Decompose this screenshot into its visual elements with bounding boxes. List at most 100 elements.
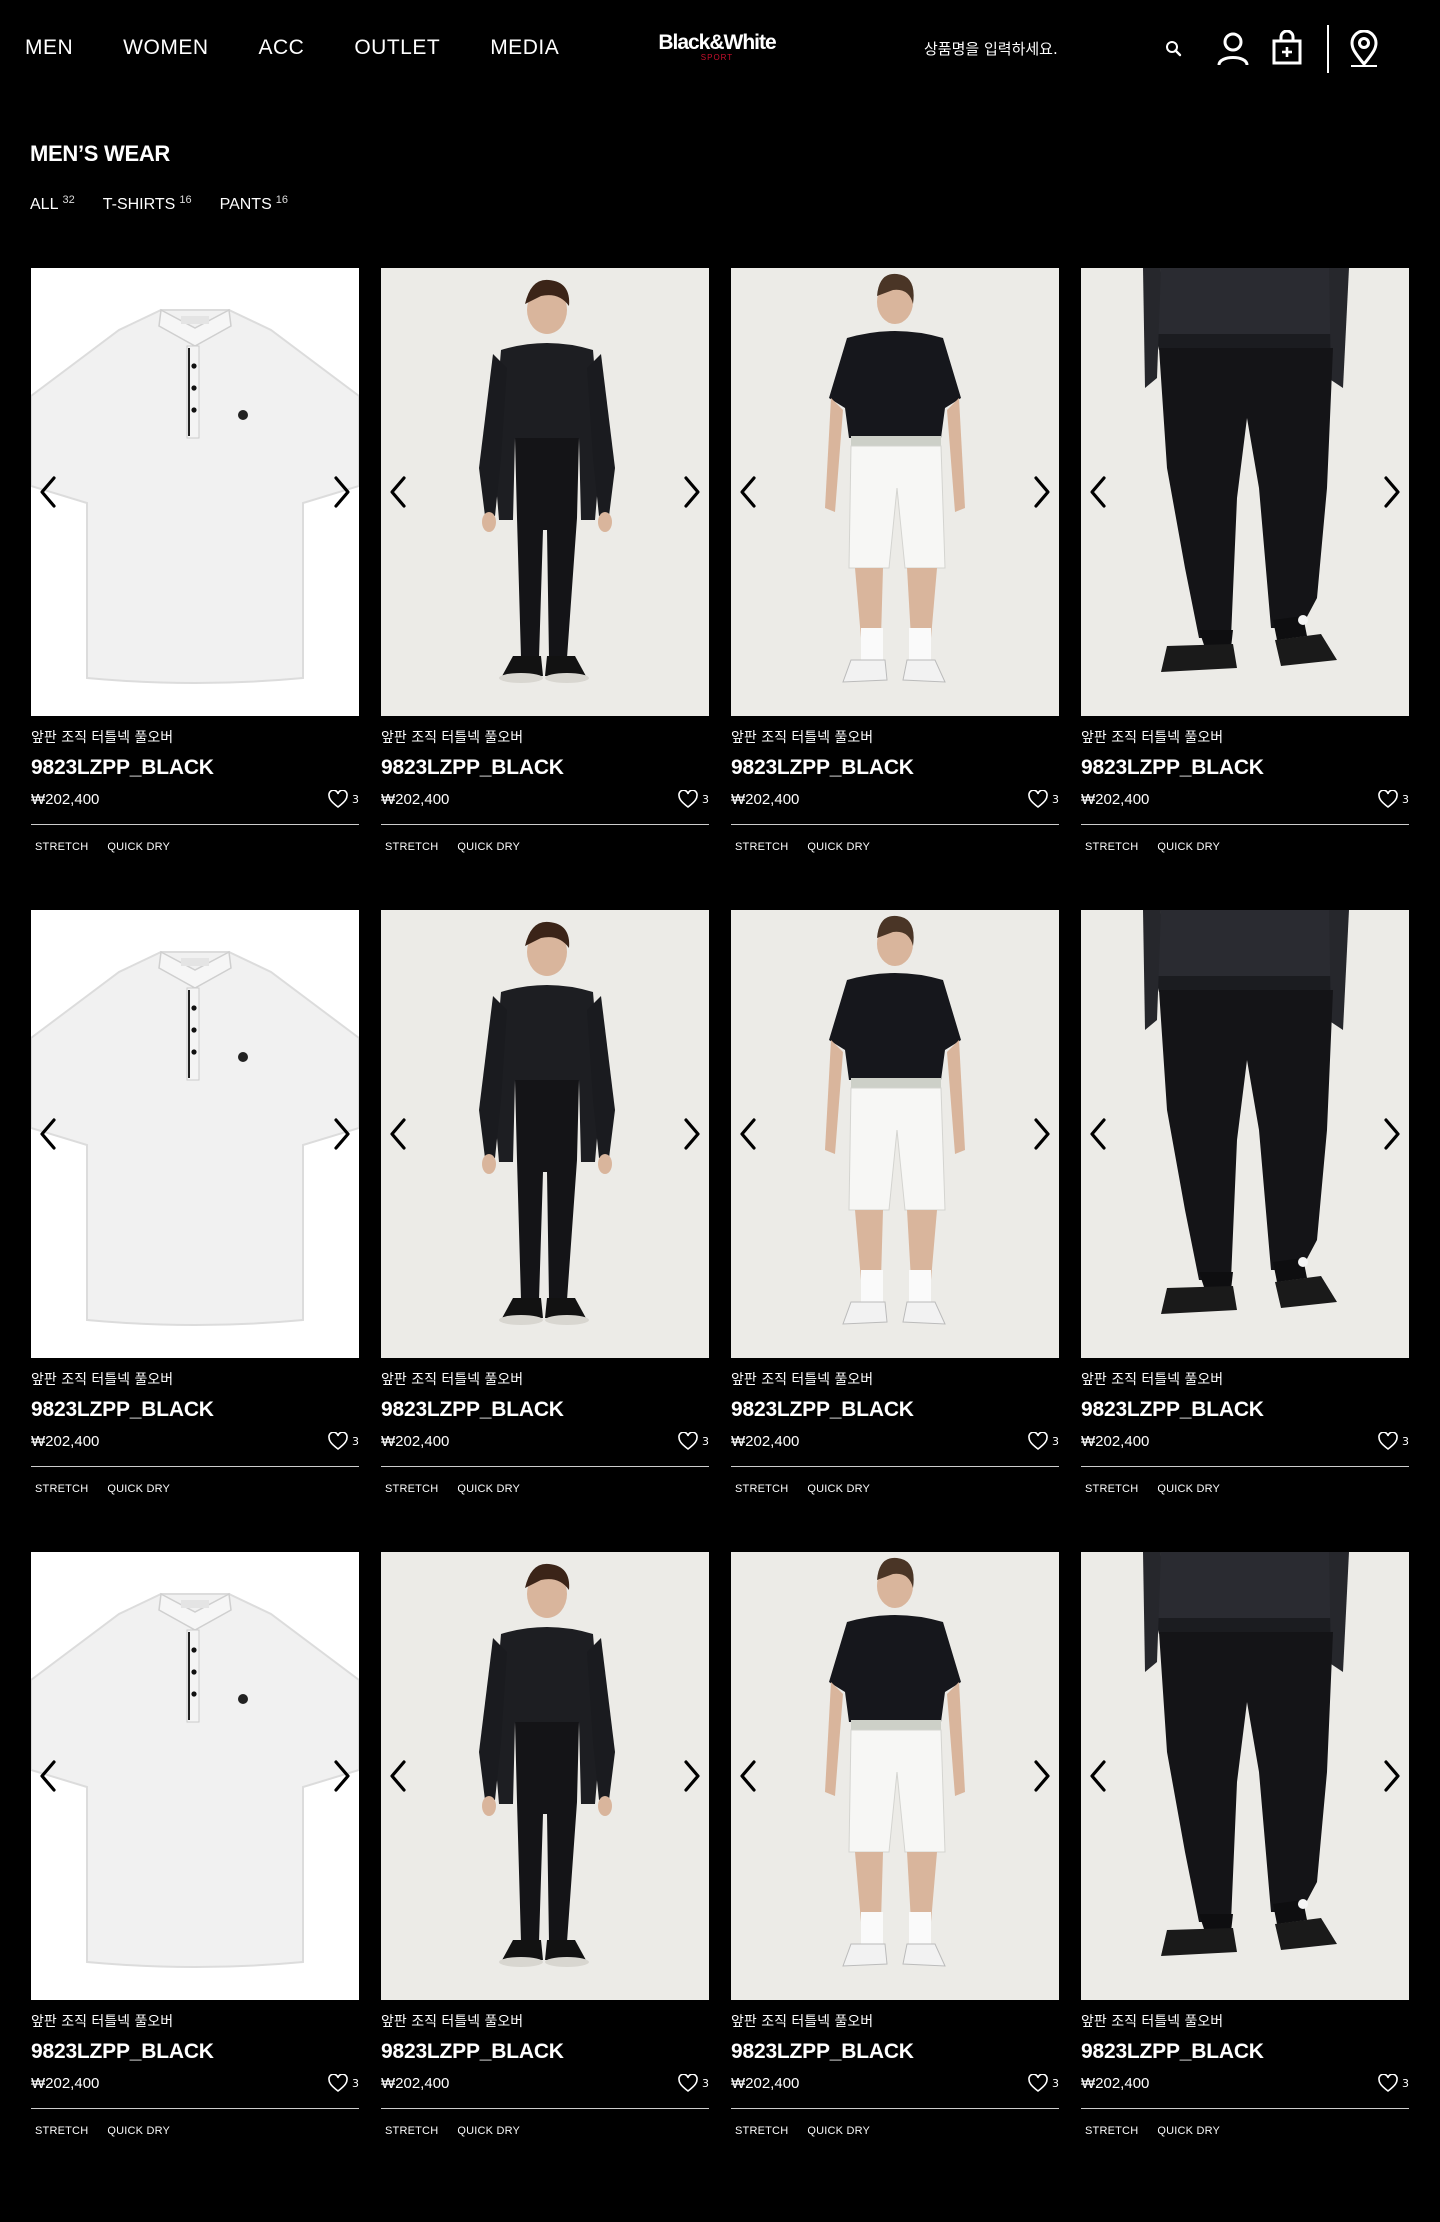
wishlist-button[interactable]: 3	[1378, 2074, 1409, 2093]
chevron-right-icon[interactable]	[681, 474, 703, 510]
nav-item-women[interactable]: WOMEN	[123, 36, 208, 60]
search-input[interactable]	[924, 40, 1154, 58]
product-name[interactable]: 9823LZPP_BLACK	[1081, 756, 1264, 780]
product-image[interactable]	[1081, 910, 1409, 1358]
product-image[interactable]	[381, 910, 709, 1358]
product-card[interactable]: 앞판 조직 터틀넥 풀오버 9823LZPP_BLACK ₩202,400 3 …	[1081, 1552, 1409, 2194]
product-image[interactable]	[1081, 268, 1409, 716]
chevron-left-icon[interactable]	[737, 474, 759, 510]
nav-item-media[interactable]: MEDIA	[490, 36, 559, 60]
chevron-left-icon[interactable]	[1087, 1116, 1109, 1152]
chevron-right-icon[interactable]	[1381, 1758, 1403, 1794]
product-tags: STRETCH QUICK DRY	[735, 1483, 870, 1495]
wishlist-button[interactable]: 3	[678, 790, 709, 809]
product-name[interactable]: 9823LZPP_BLACK	[31, 756, 214, 780]
product-card[interactable]: 앞판 조직 터틀넥 풀오버 9823LZPP_BLACK ₩202,400 3 …	[381, 1552, 709, 2194]
like-count: 3	[352, 2077, 359, 2090]
product-image[interactable]	[31, 910, 359, 1358]
chevron-left-icon[interactable]	[737, 1116, 759, 1152]
wishlist-button[interactable]: 3	[678, 2074, 709, 2093]
filter-pants[interactable]: PANTS 16	[220, 194, 288, 214]
wishlist-button[interactable]: 3	[328, 790, 359, 809]
wishlist-button[interactable]: 3	[1028, 790, 1059, 809]
chevron-left-icon[interactable]	[1087, 1758, 1109, 1794]
product-card[interactable]: 앞판 조직 터틀넥 풀오버 9823LZPP_BLACK ₩202,400 3 …	[1081, 910, 1409, 1552]
product-price: ₩202,400	[1081, 791, 1150, 808]
user-icon[interactable]	[1216, 31, 1250, 67]
product-card[interactable]: 앞판 조직 터틀넥 풀오버 9823LZPP_BLACK ₩202,400 3 …	[31, 1552, 359, 2194]
product-name[interactable]: 9823LZPP_BLACK	[31, 1398, 214, 1422]
tag-stretch: STRETCH	[735, 841, 789, 853]
chevron-left-icon[interactable]	[737, 1758, 759, 1794]
wishlist-button[interactable]: 3	[1028, 2074, 1059, 2093]
wishlist-button[interactable]: 3	[328, 1432, 359, 1451]
wishlist-button[interactable]: 3	[1378, 790, 1409, 809]
chevron-right-icon[interactable]	[1031, 1758, 1053, 1794]
product-card[interactable]: 앞판 조직 터틀넥 풀오버 9823LZPP_BLACK ₩202,400 3 …	[381, 268, 709, 910]
product-name[interactable]: 9823LZPP_BLACK	[1081, 1398, 1264, 1422]
heart-icon	[328, 2074, 348, 2093]
product-card[interactable]: 앞판 조직 터틀넥 풀오버 9823LZPP_BLACK ₩202,400 3 …	[381, 910, 709, 1552]
chevron-left-icon[interactable]	[387, 1758, 409, 1794]
product-card[interactable]: 앞판 조직 터틀넥 풀오버 9823LZPP_BLACK ₩202,400 3 …	[731, 910, 1059, 1552]
store-location-icon[interactable]	[1348, 30, 1380, 68]
product-tags: STRETCH QUICK DRY	[385, 841, 520, 853]
product-name[interactable]: 9823LZPP_BLACK	[381, 1398, 564, 1422]
product-name[interactable]: 9823LZPP_BLACK	[1081, 2040, 1264, 2064]
chevron-left-icon[interactable]	[387, 1116, 409, 1152]
chevron-right-icon[interactable]	[331, 1116, 353, 1152]
product-name[interactable]: 9823LZPP_BLACK	[31, 2040, 214, 2064]
card-divider	[381, 2108, 709, 2109]
chevron-right-icon[interactable]	[1381, 1116, 1403, 1152]
chevron-left-icon[interactable]	[37, 474, 59, 510]
tag-stretch: STRETCH	[1085, 841, 1139, 853]
product-name[interactable]: 9823LZPP_BLACK	[731, 756, 914, 780]
chevron-left-icon[interactable]	[387, 474, 409, 510]
chevron-right-icon[interactable]	[681, 1758, 703, 1794]
product-name[interactable]: 9823LZPP_BLACK	[731, 2040, 914, 2064]
chevron-left-icon[interactable]	[37, 1758, 59, 1794]
wishlist-button[interactable]: 3	[1378, 1432, 1409, 1451]
tag-stretch: STRETCH	[385, 1483, 439, 1495]
nav-item-outlet[interactable]: OUTLET	[354, 36, 440, 60]
chevron-right-icon[interactable]	[1031, 474, 1053, 510]
wishlist-button[interactable]: 3	[1028, 1432, 1059, 1451]
filter-all[interactable]: ALL 32	[30, 194, 75, 214]
product-image[interactable]	[381, 268, 709, 716]
brand-logo[interactable]: Black&White SPORT	[658, 32, 776, 62]
chevron-right-icon[interactable]	[331, 474, 353, 510]
chevron-left-icon[interactable]	[37, 1116, 59, 1152]
nav-item-men[interactable]: MEN	[25, 36, 73, 60]
product-image[interactable]	[731, 910, 1059, 1358]
product-image[interactable]	[731, 1552, 1059, 2000]
product-image[interactable]	[731, 268, 1059, 716]
product-subtitle: 앞판 조직 터틀넥 풀오버	[1081, 1372, 1224, 1388]
chevron-right-icon[interactable]	[1031, 1116, 1053, 1152]
product-image[interactable]	[31, 1552, 359, 2000]
chevron-right-icon[interactable]	[681, 1116, 703, 1152]
wishlist-button[interactable]: 3	[328, 2074, 359, 2093]
product-image[interactable]	[1081, 1552, 1409, 2000]
product-card[interactable]: 앞판 조직 터틀넥 풀오버 9823LZPP_BLACK ₩202,400 3 …	[731, 1552, 1059, 2194]
product-card[interactable]: 앞판 조직 터틀넥 풀오버 9823LZPP_BLACK ₩202,400 3 …	[31, 268, 359, 910]
wishlist-button[interactable]: 3	[678, 1432, 709, 1451]
product-name[interactable]: 9823LZPP_BLACK	[731, 1398, 914, 1422]
product-image[interactable]	[381, 1552, 709, 2000]
search-icon[interactable]	[1164, 39, 1184, 59]
filter-label: PANTS	[219, 196, 272, 213]
shopping-bag-icon[interactable]	[1271, 30, 1303, 66]
product-card[interactable]: 앞판 조직 터틀넥 풀오버 9823LZPP_BLACK ₩202,400 3 …	[731, 268, 1059, 910]
nav-item-acc[interactable]: ACC	[259, 36, 305, 60]
tag-quick-dry: QUICK DRY	[1157, 841, 1221, 853]
product-image[interactable]	[31, 268, 359, 716]
chevron-right-icon[interactable]	[331, 1758, 353, 1794]
product-name[interactable]: 9823LZPP_BLACK	[381, 2040, 564, 2064]
filter-t-shirts[interactable]: T-SHIRTS 16	[103, 194, 192, 214]
chevron-left-icon[interactable]	[1087, 474, 1109, 510]
product-name[interactable]: 9823LZPP_BLACK	[381, 756, 564, 780]
heart-icon	[1378, 1432, 1398, 1451]
product-card[interactable]: 앞판 조직 터틀넥 풀오버 9823LZPP_BLACK ₩202,400 3 …	[31, 910, 359, 1552]
heart-icon	[1028, 790, 1048, 809]
chevron-right-icon[interactable]	[1381, 474, 1403, 510]
product-card[interactable]: 앞판 조직 터틀넥 풀오버 9823LZPP_BLACK ₩202,400 3 …	[1081, 268, 1409, 910]
